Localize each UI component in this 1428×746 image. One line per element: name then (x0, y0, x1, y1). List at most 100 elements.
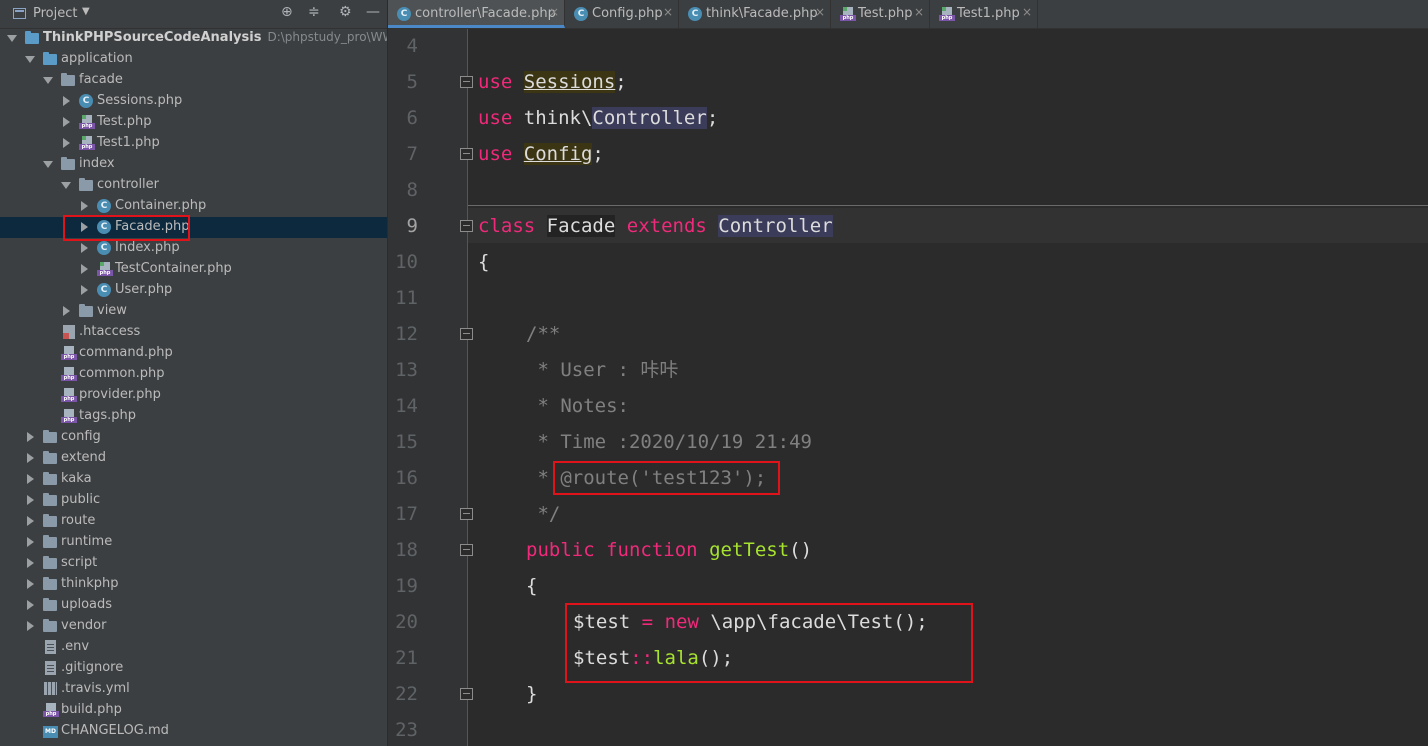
php-class-icon: C (79, 94, 93, 108)
close-icon[interactable]: × (549, 5, 559, 19)
chevron-down-icon[interactable] (43, 77, 53, 84)
close-icon[interactable]: × (815, 5, 825, 19)
close-icon[interactable]: × (914, 5, 924, 19)
chevron-right-icon[interactable] (27, 432, 34, 442)
fold-marker-icon[interactable] (460, 220, 473, 232)
tree-item-testcontainer-php[interactable]: php TestContainer.php (0, 259, 387, 280)
chevron-down-icon[interactable] (43, 161, 53, 168)
tree-item-user-php[interactable]: C User.php (0, 280, 387, 301)
chevron-right-icon[interactable] (27, 558, 34, 568)
chevron-down-icon[interactable] (61, 182, 71, 189)
code-line-9: class Facade extends Controller (478, 215, 833, 237)
php-file-icon: php (939, 7, 955, 21)
line-number: 6 (406, 107, 418, 129)
chevron-right-icon[interactable] (27, 621, 34, 631)
tree-item-controller[interactable]: controller (0, 175, 387, 196)
folder-icon (43, 619, 57, 632)
tree-item-command-php[interactable]: php command.php (0, 343, 387, 364)
tree-item-application[interactable]: application (0, 49, 387, 70)
project-view-selector[interactable]: Project (33, 6, 77, 21)
line-number: 5 (406, 71, 418, 93)
tree-item-changelog-md[interactable]: MD CHANGELOG.md (0, 721, 387, 742)
tab-think-facade[interactable]: C think\Facade.php × (679, 0, 831, 28)
collapse-all-icon[interactable]: ≑ (308, 4, 320, 20)
fold-marker-icon[interactable] (460, 148, 473, 160)
tree-item-label: tags.php (79, 408, 136, 423)
tree-item-common-php[interactable]: php common.php (0, 364, 387, 385)
tree-item-label: CHANGELOG.md (61, 723, 169, 738)
chevron-right-icon[interactable] (27, 453, 34, 463)
chevron-right-icon[interactable] (81, 243, 88, 253)
chevron-right-icon[interactable] (27, 495, 34, 505)
tree-item-env[interactable]: .env (0, 637, 387, 658)
code-line-17: */ (526, 503, 561, 525)
chevron-right-icon[interactable] (27, 474, 34, 484)
php-class-icon: C (97, 241, 111, 255)
tree-item-index-php[interactable]: C Index.php (0, 238, 387, 259)
locate-icon[interactable]: ⊕ (281, 4, 293, 20)
tree-item-route[interactable]: route (0, 511, 387, 532)
tree-item-root[interactable]: ThinkPHPSourceCodeAnalysis D:\phpstudy_pr… (0, 28, 387, 49)
tree-item-view[interactable]: view (0, 301, 387, 322)
chevron-right-icon[interactable] (27, 600, 34, 610)
tree-item-test1-php[interactable]: php Test1.php (0, 133, 387, 154)
chevron-right-icon[interactable] (81, 201, 88, 211)
chevron-right-icon[interactable] (27, 537, 34, 547)
tab-test[interactable]: php Test.php × (831, 0, 930, 28)
fold-marker-icon[interactable] (460, 508, 473, 520)
tree-item-gitignore[interactable]: .gitignore (0, 658, 387, 679)
folder-icon (79, 304, 93, 317)
chevron-right-icon[interactable] (63, 306, 70, 316)
tree-item-thinkphp[interactable]: thinkphp (0, 574, 387, 595)
hide-panel-icon[interactable]: — (366, 4, 380, 20)
tab-label: Test1.php (957, 6, 1020, 21)
fold-marker-icon[interactable] (460, 688, 473, 700)
tree-item-facade[interactable]: facade (0, 70, 387, 91)
close-icon[interactable]: × (1022, 5, 1032, 19)
tree-item-index[interactable]: index (0, 154, 387, 175)
tree-item-tags-php[interactable]: php tags.php (0, 406, 387, 427)
tree-item-runtime[interactable]: runtime (0, 532, 387, 553)
tree-item-label: controller (97, 177, 160, 192)
tree-item-config[interactable]: config (0, 427, 387, 448)
fold-marker-icon[interactable] (460, 544, 473, 556)
chevron-down-icon[interactable]: ▼ (82, 6, 90, 17)
tab-test1[interactable]: php Test1.php × (930, 0, 1038, 28)
php-file-icon: php (840, 7, 856, 21)
chevron-down-icon[interactable] (25, 56, 35, 63)
tree-item-provider-php[interactable]: php provider.php (0, 385, 387, 406)
highlight-box (565, 603, 973, 683)
tree-item-container-php[interactable]: C Container.php (0, 196, 387, 217)
folder-icon (43, 556, 57, 569)
tree-item-vendor[interactable]: vendor (0, 616, 387, 637)
project-path: D:\phpstudy_pro\WWW\Th (267, 30, 387, 44)
chevron-right-icon[interactable] (81, 264, 88, 274)
chevron-right-icon[interactable] (63, 117, 70, 127)
chevron-right-icon[interactable] (81, 285, 88, 295)
tree-item-build-php[interactable]: php build.php (0, 700, 387, 721)
chevron-right-icon[interactable] (27, 516, 34, 526)
chevron-right-icon[interactable] (27, 579, 34, 589)
chevron-right-icon[interactable] (63, 138, 70, 148)
tree-item-script[interactable]: script (0, 553, 387, 574)
chevron-down-icon[interactable] (7, 35, 17, 42)
tree-item-public[interactable]: public (0, 490, 387, 511)
tree-item-test-php[interactable]: php Test.php (0, 112, 387, 133)
tree-item-extend[interactable]: extend (0, 448, 387, 469)
tree-item-kaka[interactable]: kaka (0, 469, 387, 490)
folder-icon (25, 31, 39, 44)
gear-icon[interactable]: ⚙ (339, 4, 352, 20)
close-icon[interactable]: × (663, 5, 673, 19)
chevron-right-icon[interactable] (63, 96, 70, 106)
tab-config[interactable]: C Config.php × (565, 0, 679, 28)
tab-controller-facade[interactable]: C controller\Facade.php × (388, 0, 565, 28)
tree-item-sessions-php[interactable]: C Sessions.php (0, 91, 387, 112)
tree-item-htaccess[interactable]: .htaccess (0, 322, 387, 343)
tree-item-label: config (61, 429, 101, 444)
tree-item-travis-yml[interactable]: .travis.yml (0, 679, 387, 700)
fold-marker-icon[interactable] (460, 76, 473, 88)
tree-item-uploads[interactable]: uploads (0, 595, 387, 616)
fold-marker-icon[interactable] (460, 328, 473, 340)
code-editor[interactable]: 4 5 6 7 8 9 10 11 12 13 14 15 16 17 18 1… (388, 29, 1428, 746)
tree-item-facade-php[interactable]: C Facade.php (0, 217, 387, 238)
